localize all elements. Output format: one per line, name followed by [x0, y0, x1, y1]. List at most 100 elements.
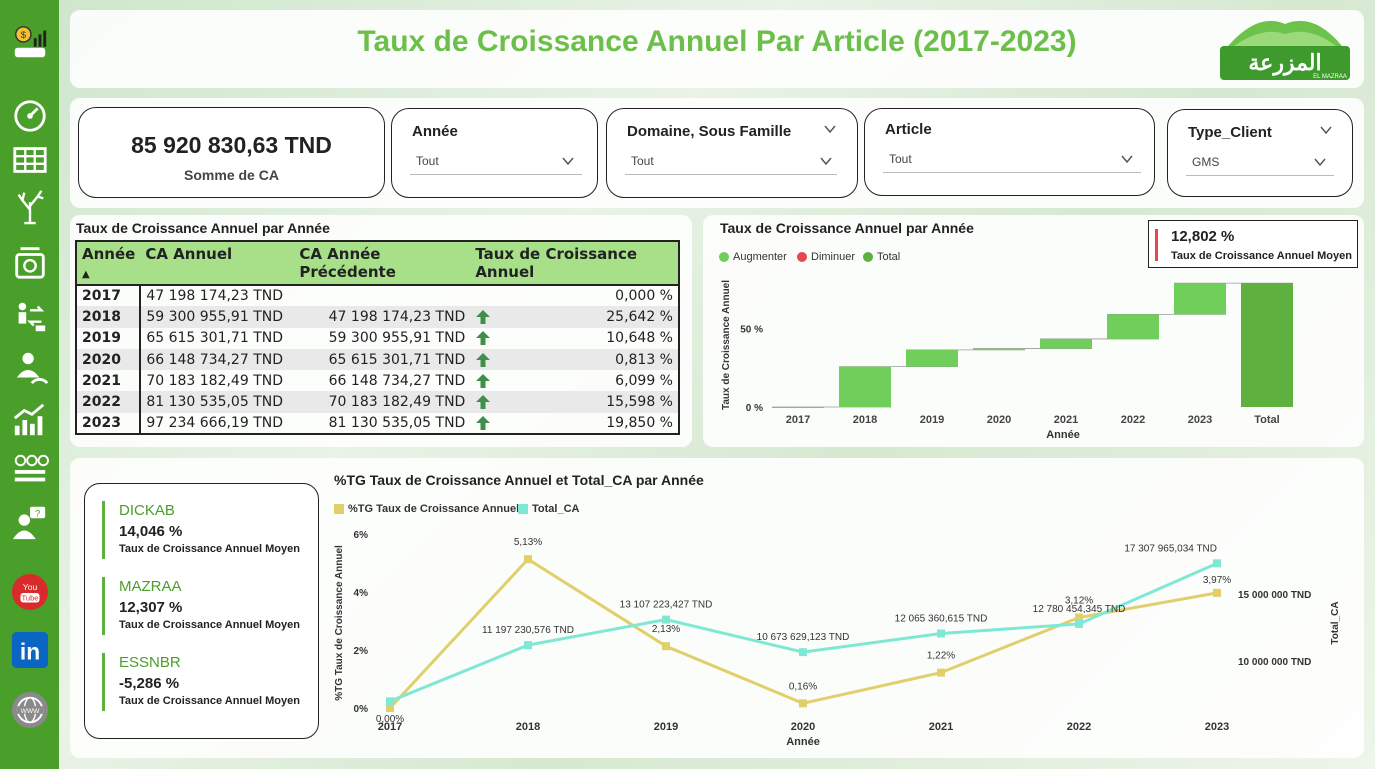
- slicer-dropdown-article[interactable]: Tout: [883, 145, 1141, 173]
- growth-point[interactable]: [799, 699, 807, 708]
- growth-point[interactable]: [1213, 588, 1221, 597]
- performance-icon[interactable]: [10, 348, 50, 388]
- total-ca-point[interactable]: [1075, 619, 1083, 628]
- x-tick-label: 2018: [516, 721, 540, 733]
- x-tick-label: 2019: [920, 414, 944, 426]
- x-tick-label: 2023: [1188, 414, 1212, 426]
- sidebar: $ ? You Tube in WWW: [0, 0, 59, 769]
- waterfall-bar[interactable]: [973, 348, 1025, 350]
- waterfall-bar[interactable]: [839, 366, 891, 407]
- column-header-prev[interactable]: CA Année Précédente: [294, 241, 471, 286]
- cell-ca: 59 300 955,91 TND: [140, 306, 295, 328]
- total-ca-data-label: 12 065 360,615 TND: [895, 614, 988, 625]
- table-row[interactable]: 2019 65 615 301,71 TND 59 300 955,91 TND 10…: [76, 327, 679, 349]
- table-icon[interactable]: [10, 140, 50, 180]
- growth-data-label: 1,22%: [927, 651, 955, 662]
- growth-point[interactable]: [524, 555, 532, 564]
- y-tick-label: 4%: [354, 588, 369, 599]
- slicer-domaine: Domaine, Sous Famille Tout: [606, 108, 858, 198]
- waterfall-bar[interactable]: [772, 407, 824, 408]
- money-chart-icon[interactable]: $: [10, 22, 50, 62]
- slicer-dropdown-type-client[interactable]: GMS: [1186, 148, 1334, 176]
- cell-year: 2017: [76, 285, 142, 307]
- cell-prev: 59 300 955,91 TND: [328, 330, 466, 347]
- linkedin-icon[interactable]: in: [10, 630, 50, 670]
- column-header-annee[interactable]: Année ▲: [76, 241, 141, 286]
- arrow-up-icon: [476, 309, 491, 324]
- slicer-value: Tout: [416, 154, 439, 168]
- web-icon[interactable]: WWW: [10, 690, 50, 730]
- slicer-article: Article Tout: [864, 108, 1155, 196]
- table-row[interactable]: 2017 47 198 174,23 TND 0,000 %: [76, 285, 679, 307]
- youtube-icon[interactable]: You Tube: [10, 572, 50, 612]
- transfer-icon[interactable]: [10, 296, 50, 336]
- x-tick-label: 2019: [654, 721, 678, 733]
- chevron-down-icon: [1314, 158, 1326, 167]
- cell-ca: 81 130 535,05 TND: [140, 391, 295, 413]
- arrow-up-icon: [476, 352, 491, 367]
- cell-rate: 15,598 %: [470, 391, 679, 413]
- chevron-down-icon[interactable]: [824, 123, 836, 135]
- slicer-type-client: Type_Client GMS: [1167, 109, 1353, 197]
- table-row[interactable]: 2023 97 234 666,19 TND 81 130 535,05 TND 19…: [76, 412, 679, 435]
- cell-ca: 70 183 182,49 TND: [146, 372, 284, 389]
- table-row[interactable]: 2020 66 148 734,27 TND 65 615 301,71 TND 0,…: [76, 348, 679, 371]
- kpi-value: 85 920 830,63 TND: [131, 132, 332, 158]
- total-ca-point[interactable]: [524, 641, 532, 650]
- slicer-title: Domaine, Sous Famille: [627, 123, 792, 140]
- total-ca-data-label: 11 197 230,576 TND: [482, 625, 574, 636]
- cell-ca: 47 198 174,23 TND: [146, 288, 284, 305]
- waterfall-bar[interactable]: [1174, 283, 1226, 315]
- growth-chart-icon[interactable]: [10, 400, 50, 440]
- growth-point[interactable]: [662, 642, 670, 651]
- slicer-title: Année: [412, 123, 458, 140]
- column-header-ca[interactable]: CA Annuel: [140, 241, 295, 286]
- y-axis-label: %TG Taux de Croissance Annuel: [334, 545, 345, 701]
- x-tick-label: 2021: [1054, 414, 1078, 426]
- growth-data-label: 0,16%: [789, 681, 817, 692]
- total-ca-point[interactable]: [1213, 559, 1221, 568]
- x-tick-label: 2017: [786, 414, 810, 426]
- brand-logo: المزرعة EL MAZRAA: [1218, 16, 1352, 82]
- y2-axis-label: Total_CA: [1330, 601, 1341, 644]
- growth-point[interactable]: [937, 668, 945, 677]
- page-title: Taux de Croissance Annuel Par Article (2…: [357, 25, 1077, 58]
- line-chart: 0% 2% 4% 6% 10 000 000 TND 15 000 000 TND %TG …: [334, 530, 1341, 748]
- table-row[interactable]: 2021 70 183 182,49 TND 66 148 734,27 TND 6,…: [76, 370, 679, 392]
- column-header-rate[interactable]: Taux de Croissance Annuel: [470, 241, 679, 286]
- dashboard-grid-icon[interactable]: [10, 450, 50, 490]
- arrow-up-icon: [476, 373, 491, 388]
- slicer-dropdown-annee[interactable]: Tout: [410, 147, 582, 175]
- waterfall-bar[interactable]: [1107, 314, 1159, 339]
- waterfall-panel: Taux de Croissance Annuel par Année Augm…: [703, 215, 1364, 447]
- total-ca-point[interactable]: [799, 648, 807, 657]
- total-ca-point[interactable]: [662, 615, 670, 624]
- slicer-dropdown-domaine[interactable]: Tout: [625, 147, 837, 175]
- gauge-icon[interactable]: [10, 96, 50, 136]
- cell-year: 2021: [76, 370, 142, 392]
- cell-prev: [294, 285, 470, 306]
- help-user-icon[interactable]: ?: [10, 502, 50, 542]
- cell-ca: 65 615 301,71 TND: [146, 330, 284, 347]
- waterfall-bar[interactable]: [906, 349, 958, 367]
- tree-icon[interactable]: [10, 186, 50, 226]
- table-row[interactable]: 2022 81 130 535,05 TND 70 183 182,49 TND 15…: [76, 391, 679, 413]
- y-tick-label: 0%: [354, 704, 369, 715]
- total-ca-point[interactable]: [386, 697, 394, 706]
- cell-prev: 70 183 182,49 TND: [294, 391, 471, 413]
- y-tick-label: 50 %: [740, 324, 763, 335]
- svg-text:المزرعة: المزرعة: [1248, 50, 1321, 76]
- scale-icon[interactable]: [10, 242, 50, 282]
- growth-data-label: 3,97%: [1203, 575, 1231, 586]
- cell-rate: 0,000 %: [615, 288, 673, 305]
- total-ca-point[interactable]: [937, 629, 945, 638]
- line-chart-panel: DICKAB 14,046 % Taux de Croissance Annue…: [70, 458, 1364, 758]
- table-row[interactable]: 2018 59 300 955,91 TND 47 198 174,23 TND 25…: [76, 306, 679, 328]
- kpi-label: Somme de CA: [184, 167, 279, 183]
- chevron-down-icon[interactable]: [1320, 124, 1332, 136]
- waterfall-bar[interactable]: [1241, 283, 1293, 407]
- cell-rate: 19,850 %: [470, 413, 679, 434]
- cell-prev: 47 198 174,23 TND: [294, 306, 471, 328]
- y-tick-label: 2%: [354, 646, 369, 657]
- waterfall-bar[interactable]: [1040, 338, 1092, 349]
